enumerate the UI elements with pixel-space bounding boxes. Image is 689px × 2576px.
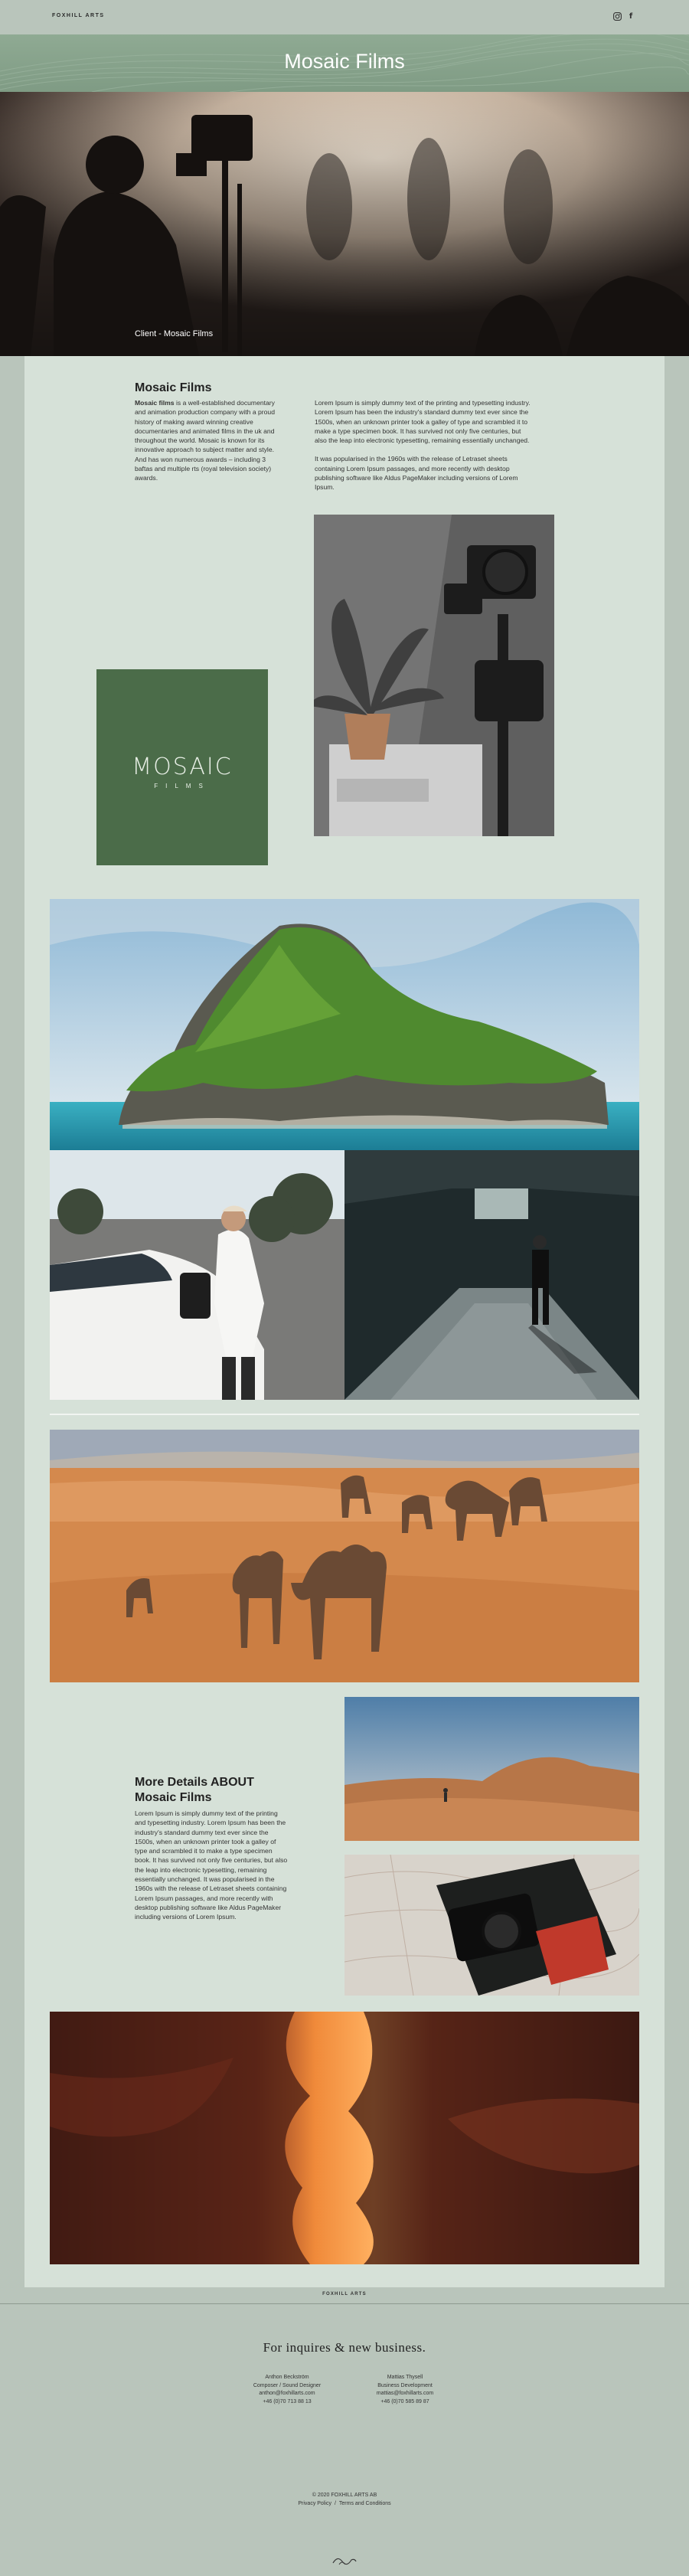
- hero-image: [0, 92, 689, 356]
- terms-link[interactable]: Terms and Conditions: [339, 2499, 391, 2508]
- link-separator: /: [334, 2501, 336, 2506]
- details-heading-line1: More Details ABOUT: [135, 1776, 254, 1789]
- inquiry-heading: For inquires & new business.: [263, 2340, 426, 2355]
- footer-divider: [0, 2303, 689, 2304]
- intro-lead-text: is a well-established documentary and an…: [135, 399, 275, 482]
- contact-phone[interactable]: +46 (0)70 713 88 13: [222, 2398, 352, 2407]
- contact-name: Mattias Thysell: [387, 2375, 423, 2380]
- contact-card: Anthon Beckström Composer / Sound Design…: [222, 2374, 352, 2406]
- canyon-photo: [50, 2012, 639, 2264]
- facebook-icon[interactable]: f: [626, 11, 635, 21]
- intro-paragraph-1: Lorem Ipsum is simply dummy text of the …: [315, 399, 531, 445]
- mosaic-logo: MOSAIC FILMS: [96, 669, 268, 865]
- hero-caption: Client - Mosaic Films: [135, 329, 214, 338]
- intro-left-text: Mosaic films is a well-established docum…: [135, 398, 282, 483]
- section-divider: [50, 1414, 639, 1415]
- contact-email[interactable]: anthon@foxhillarts.com: [222, 2390, 352, 2398]
- title-banner: Mosaic Films: [0, 34, 689, 92]
- contact-role: Composer / Sound Designer: [253, 2382, 322, 2388]
- signature-mark: [332, 2558, 357, 2565]
- tunnel-photo: [344, 1150, 639, 1400]
- contact-role: Business Development: [377, 2382, 433, 2388]
- intro-right-text: Lorem Ipsum is simply dummy text of the …: [315, 398, 533, 492]
- contact-phone[interactable]: +46 (0)70 585 89 87: [340, 2398, 470, 2407]
- camera-plant-photo: [314, 515, 554, 836]
- logo-word: MOSAIC: [132, 754, 233, 780]
- details-heading: More Details ABOUT Mosaic Films: [135, 1775, 303, 1806]
- instagram-icon[interactable]: [612, 11, 622, 21]
- details-body: Lorem Ipsum is simply dummy text of the …: [135, 1809, 288, 1921]
- top-bar: FOXHILL ARTS f: [0, 0, 689, 34]
- map-camera-photo: [344, 1855, 639, 1996]
- footer-brand[interactable]: FOXHILL ARTS: [0, 2292, 689, 2296]
- copyright-block: © 2020 FOXHILL ARTS AB Privacy Policy / …: [0, 2491, 689, 2508]
- privacy-policy-link[interactable]: Privacy Policy: [298, 2499, 331, 2508]
- contact-name: Anthon Beckström: [265, 2375, 309, 2380]
- contact-email[interactable]: mattias@foxhillarts.com: [340, 2390, 470, 2398]
- details-heading-line2: Mosaic Films: [135, 1791, 212, 1804]
- brand-logo[interactable]: FOXHILL ARTS: [52, 13, 105, 18]
- island-photo: [50, 899, 639, 1150]
- copyright-text: © 2020 FOXHILL ARTS AB: [312, 2493, 377, 2498]
- logo-sub: FILMS: [154, 783, 211, 789]
- dune-photo: [344, 1697, 639, 1841]
- intro-paragraph-2: It was popularised in the 1960s with the…: [315, 455, 518, 492]
- contact-card: Mattias Thysell Business Development mat…: [340, 2374, 470, 2406]
- camels-photo: [50, 1430, 639, 1682]
- intro-heading: Mosaic Films: [135, 381, 212, 394]
- car-photo: [50, 1150, 344, 1400]
- page-title: Mosaic Films: [284, 50, 405, 73]
- intro-lead-bold: Mosaic films: [135, 399, 175, 407]
